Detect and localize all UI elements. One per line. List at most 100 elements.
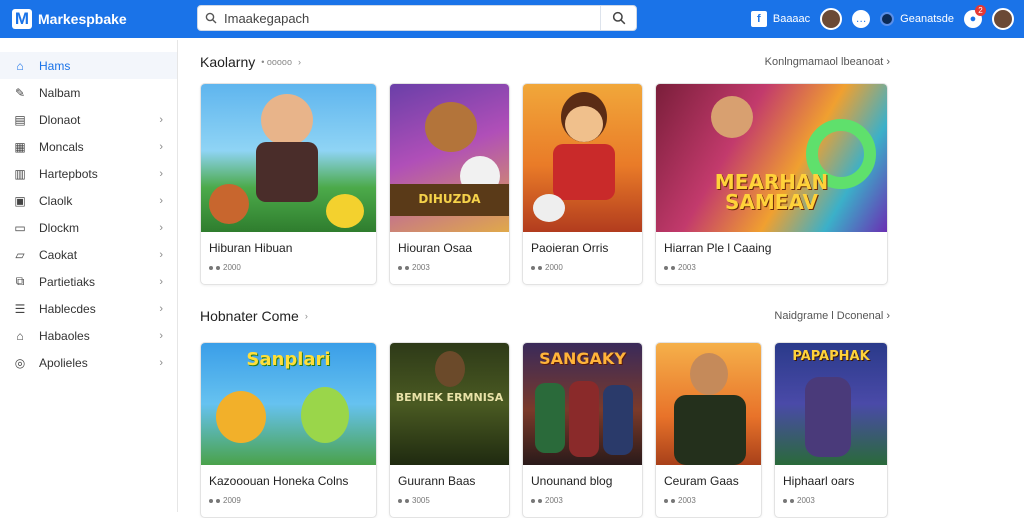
sidebar-item-claolk[interactable]: ▣ Claolk › <box>0 187 177 214</box>
sidebar-item-hablecdes[interactable]: ☰ Hablecdes › <box>0 295 177 322</box>
main-content: Kaolarny • ooooo › Konlngmamaol lbeanoat… <box>200 40 900 518</box>
game-meta: 2000 <box>523 263 642 272</box>
game-card[interactable]: PAPAPHAK Hiphaarl oars 2003 <box>774 342 888 518</box>
chevron-right-icon: › <box>159 248 163 261</box>
see-all-link[interactable]: Konlngmamaol lbeanoat › <box>765 56 890 68</box>
sidebar-item-apolieles[interactable]: ◎ Apolieles › <box>0 349 177 376</box>
game-meta-value: 2003 <box>678 496 696 505</box>
search-button[interactable] <box>600 6 636 30</box>
game-title: Guurann Baas <box>398 474 476 488</box>
game-thumbnail: SANGAKY <box>523 343 642 465</box>
app-title: Markespbake <box>38 11 127 27</box>
game-meta-value: 2009 <box>223 496 241 505</box>
chevron-right-icon: › <box>159 194 163 207</box>
avatar[interactable] <box>820 8 843 30</box>
sidebar-item-label: Dlockm <box>39 220 80 235</box>
game-card[interactable]: BEMIEK ERMNISA Guurann Baas 3005 <box>389 342 510 518</box>
game-title: Hiouran Osaa <box>398 241 473 255</box>
sidebar-item-label: Moncals <box>39 139 84 154</box>
sidebar-item-partietiaks[interactable]: ⧉ Partietiaks › <box>0 268 177 295</box>
document-icon: ▭ <box>14 220 26 235</box>
sidebar-item-hams[interactable]: ⌂ Hams <box>0 52 177 79</box>
game-card[interactable]: MEARHAN SAMEAV Hiarran Ple l Caaing 2003 <box>655 83 888 285</box>
sidebar-item-label: Nalbam <box>39 85 81 100</box>
home-icon: ⌂ <box>16 58 24 73</box>
sidebar-item-caokat[interactable]: ▱ Caokat › <box>0 241 177 268</box>
search-icon <box>198 5 224 31</box>
sidebar-item-label: Partietiaks <box>39 274 96 289</box>
game-meta-value: 2000 <box>223 263 241 272</box>
game-meta-value: 2003 <box>545 496 563 505</box>
chevron-right-icon: › <box>159 329 163 342</box>
sidebar-item-label: Hams <box>39 58 71 73</box>
game-thumbnail: MEARHAN SAMEAV <box>656 84 887 232</box>
see-all-label: Konlngmamaol lbeanoat <box>764 56 884 68</box>
game-title: Paoieran Orris <box>531 241 609 255</box>
game-meta: 3005 <box>390 496 509 505</box>
game-title: Hiphaarl oars <box>783 474 855 488</box>
see-all-label: Naidgrame l Dconenal <box>774 310 884 322</box>
game-meta: 2003 <box>656 263 887 272</box>
sidebar-item-label: Caokat <box>39 247 78 262</box>
see-all-link[interactable]: Naidgrame l Dconenal › <box>774 310 890 322</box>
game-card[interactable]: Sanplari Kazooouan Honeka Colns 2009 <box>200 342 377 518</box>
sidebar-item-hartepbots[interactable]: ▥ Hartepbots › <box>0 160 177 187</box>
calendar-icon: ▤ <box>14 112 26 127</box>
game-thumbnail <box>656 343 761 465</box>
game-meta-value: 2003 <box>412 263 430 272</box>
sidebar-item-dlockm[interactable]: ▭ Dlockm › <box>0 214 177 241</box>
chevron-right-icon: › <box>159 302 163 315</box>
chevron-right-icon: › <box>159 167 163 180</box>
topbar-item-2[interactable]: Geanatsde <box>880 12 954 26</box>
sidebar-item-label: Dlonaot <box>39 112 81 127</box>
section-header: Hobnater Come › Naidgrame l Dconenal › <box>200 306 890 326</box>
sidebar: ⌂ Hams ✎ Nalbam ▤ Dlonaot › ▦ Moncals › ▥ Harte… <box>0 40 178 512</box>
game-meta: 2003 <box>523 496 642 505</box>
logo-mark: M <box>12 9 32 29</box>
game-thumbnail: Sanplari <box>201 343 376 465</box>
bell-icon: ● <box>969 13 977 25</box>
game-art-title: SANGAKY <box>539 349 626 368</box>
sidebar-item-label: Hartepbots <box>39 166 98 181</box>
game-art-title: BEMIEK ERMNISA <box>395 391 504 404</box>
game-art-title: DIHUZDA <box>418 192 481 206</box>
chevron-right-icon: › <box>304 311 308 321</box>
list-icon: ☰ <box>14 301 26 316</box>
section-subtitle: • ooooo <box>261 57 292 67</box>
game-card[interactable]: SANGAKY Unounand blog 2003 <box>522 342 643 518</box>
topbar-item-label: Baaaac <box>772 13 811 25</box>
chevron-right-icon: › <box>159 356 163 369</box>
chat-icon[interactable]: … <box>852 10 871 28</box>
house-icon: ⌂ <box>16 328 24 343</box>
chevron-right-icon: › <box>159 140 163 153</box>
sidebar-item-nalbam[interactable]: ✎ Nalbam <box>0 79 177 106</box>
game-title: Kazooouan Honeka Colns <box>209 474 349 488</box>
game-card[interactable]: DIHUZDA Hiouran Osaa 2003 <box>389 83 510 285</box>
game-meta: 2003 <box>390 263 509 272</box>
sidebar-item-moncals[interactable]: ▦ Moncals › <box>0 133 177 160</box>
game-card[interactable]: Paoieran Orris 2000 <box>522 83 643 285</box>
game-card[interactable]: Hiburan Hibuan 2000 <box>200 83 377 285</box>
sidebar-item-habaoles[interactable]: ⌂ Habaoles › <box>0 322 177 349</box>
notifications-button[interactable]: ● 2 <box>964 5 986 28</box>
chevron-right-icon: › <box>159 221 163 234</box>
app-logo[interactable]: M Markespbake <box>12 9 192 29</box>
game-title: Unounand blog <box>531 474 613 488</box>
game-meta: 2000 <box>201 263 376 272</box>
game-card[interactable]: Ceuram Gaas 2003 <box>655 342 762 518</box>
game-meta-value: 3005 <box>412 496 430 505</box>
search-input[interactable] <box>224 10 600 26</box>
share-icon: ⧉ <box>15 274 25 288</box>
chevron-right-icon: › <box>297 57 301 67</box>
game-art-title: MEARHAN SAMEAV <box>714 170 829 214</box>
notification-badge: 2 <box>975 5 986 16</box>
sidebar-item-dlonaot[interactable]: ▤ Dlonaot › <box>0 106 177 133</box>
sidebar-item-label: Apolieles <box>39 355 88 370</box>
game-thumbnail: PAPAPHAK <box>775 343 887 465</box>
grid-icon: ▦ <box>14 139 26 154</box>
user-avatar[interactable] <box>992 8 1014 30</box>
game-meta-value: 2000 <box>545 263 563 272</box>
game-thumbnail <box>201 84 376 232</box>
section-title: Kaolarny <box>200 54 256 70</box>
topbar-item-1[interactable]: f Baaaac <box>750 11 811 27</box>
